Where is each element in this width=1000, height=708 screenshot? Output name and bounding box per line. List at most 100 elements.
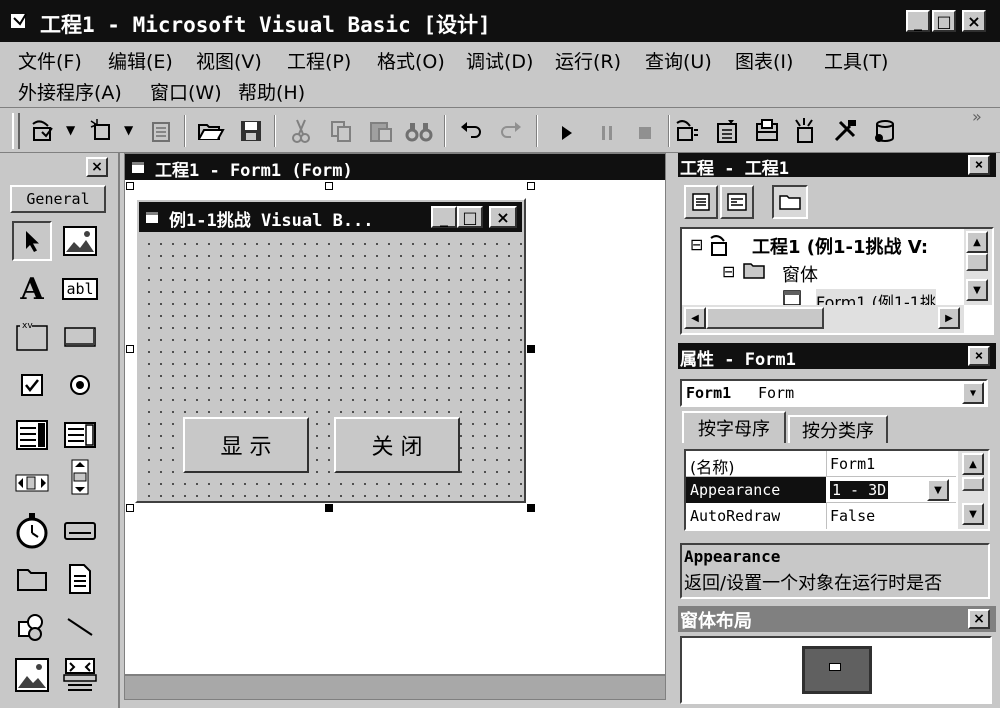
scroll-left-button[interactable]: ◀	[684, 307, 706, 329]
form-layout-title-bar[interactable]: 窗体布局 ×	[678, 606, 996, 632]
menu-window[interactable]: 窗口(W)	[150, 78, 222, 105]
property-row[interactable]: AutoRedraw False	[686, 503, 956, 529]
menu-diagram[interactable]: 图表(I)	[735, 47, 793, 74]
property-value[interactable]: False	[830, 507, 875, 525]
toolbox-icon[interactable]	[830, 116, 860, 146]
redo-icon[interactable]	[496, 116, 526, 146]
find-icon[interactable]	[404, 116, 434, 146]
form-caption-bar[interactable]: 例1-1挑战 Visual B... _ □ ×	[139, 202, 522, 232]
menu-help[interactable]: 帮助(H)	[238, 78, 305, 105]
tab-alphabetic[interactable]: 按字母序	[682, 411, 786, 443]
toggle-folders-button[interactable]	[772, 185, 808, 219]
form-close-button[interactable]: ×	[489, 206, 517, 228]
open-icon[interactable]	[196, 116, 226, 146]
vscrollbar-icon[interactable]	[60, 457, 100, 497]
paste-icon[interactable]	[366, 116, 396, 146]
optionbutton-icon[interactable]	[60, 365, 100, 405]
data-view-icon[interactable]	[870, 116, 900, 146]
close-form-button[interactable]: 关 闭	[334, 417, 460, 473]
scroll-thumb[interactable]	[966, 253, 988, 271]
selection-handle[interactable]	[325, 182, 333, 190]
menu-view[interactable]: 视图(V)	[196, 47, 262, 74]
start-icon[interactable]	[552, 118, 582, 148]
form-layout-icon[interactable]	[752, 116, 782, 146]
break-icon[interactable]	[592, 118, 622, 148]
tab-categorized[interactable]: 按分类序	[788, 415, 888, 443]
toolbox-tab-general[interactable]: General	[10, 185, 106, 213]
selection-handle[interactable]	[527, 345, 535, 353]
menu-run[interactable]: 运行(R)	[555, 47, 621, 74]
project-close-button[interactable]: ×	[968, 155, 990, 175]
commandbutton-icon[interactable]	[60, 317, 100, 357]
toolbox-close-button[interactable]: ×	[86, 157, 108, 177]
listbox-icon[interactable]	[60, 415, 100, 455]
properties-close-button[interactable]: ×	[968, 346, 990, 366]
property-row-selected[interactable]: Appearance 1 - 3D ▼	[686, 477, 956, 503]
hscrollbar-icon[interactable]	[12, 463, 52, 503]
selection-handle[interactable]	[527, 504, 535, 512]
dirlistbox-icon[interactable]	[12, 559, 52, 599]
object-selector[interactable]: Form1 Form ▼	[680, 379, 988, 407]
frame-icon[interactable]: xv	[12, 317, 52, 357]
menu-addins[interactable]: 外接程序(A)	[18, 78, 122, 105]
property-value-editor[interactable]: 1 - 3D ▼	[827, 477, 951, 502]
tree-hscrollbar[interactable]: ◀ ▶	[682, 305, 964, 333]
add-project-dropdown-icon[interactable]: ▼	[66, 123, 75, 137]
menu-project[interactable]: 工程(P)	[287, 47, 351, 74]
properties-title-bar[interactable]: 属性 - Form1 ×	[678, 343, 996, 369]
selection-handle[interactable]	[325, 504, 333, 512]
form-layout-canvas[interactable]	[680, 636, 992, 704]
timer-icon[interactable]	[12, 511, 52, 551]
form-preview[interactable]	[829, 663, 841, 671]
property-row[interactable]: (名称) Form1	[686, 451, 956, 477]
tree-toggle-icon[interactable]: ⊟	[722, 262, 735, 281]
close-button[interactable]: ×	[962, 10, 986, 32]
scroll-right-button[interactable]: ▶	[938, 307, 960, 329]
checkbox-icon[interactable]	[12, 365, 52, 405]
shape-icon[interactable]	[12, 607, 52, 647]
label-icon[interactable]: A	[12, 269, 52, 309]
menu-format[interactable]: 格式(O)	[377, 47, 445, 74]
copy-icon[interactable]	[326, 116, 356, 146]
toolbar-overflow-icon[interactable]: »	[972, 107, 982, 126]
properties-icon[interactable]	[712, 116, 742, 146]
selection-handle[interactable]	[126, 345, 134, 353]
save-icon[interactable]	[236, 116, 266, 146]
property-dropdown-button[interactable]: ▼	[927, 479, 949, 501]
scroll-thumb[interactable]	[706, 307, 824, 329]
object-dropdown-button[interactable]: ▼	[962, 382, 984, 404]
project-explorer-icon[interactable]	[672, 116, 702, 146]
image-icon[interactable]	[12, 655, 52, 695]
selection-handle[interactable]	[527, 182, 535, 190]
tree-toggle-icon[interactable]: ⊟	[690, 235, 703, 254]
scroll-up-button[interactable]: ▲	[966, 231, 988, 253]
menu-debug[interactable]: 调试(D)	[466, 47, 533, 74]
filelistbox-icon[interactable]	[60, 559, 100, 599]
scroll-up-button[interactable]: ▲	[962, 453, 984, 475]
property-value[interactable]: Form1	[830, 455, 875, 473]
form-minimize-button[interactable]: _	[431, 206, 457, 228]
picturebox-icon[interactable]	[60, 221, 100, 261]
object-browser-icon[interactable]	[790, 116, 820, 146]
selection-handle[interactable]	[126, 182, 134, 190]
add-project-icon[interactable]	[28, 116, 58, 146]
maximize-button[interactable]: □	[932, 10, 956, 32]
form-maximize-button[interactable]: □	[457, 206, 483, 228]
tree-item-project[interactable]: 工程1 (例1-1挑战 V:	[752, 233, 928, 259]
tree-vscrollbar[interactable]: ▲ ▼	[964, 229, 992, 305]
undo-icon[interactable]	[456, 116, 486, 146]
add-form-dropdown-icon[interactable]: ▼	[124, 123, 133, 137]
view-object-button[interactable]	[720, 185, 754, 219]
project-title-bar[interactable]: 工程 - 工程1 ×	[678, 153, 996, 177]
menu-editor-icon[interactable]	[146, 116, 176, 146]
selection-handle[interactable]	[126, 504, 134, 512]
cut-icon[interactable]	[286, 116, 316, 146]
form-layout-close-button[interactable]: ×	[968, 609, 990, 629]
show-button[interactable]: 显 示	[183, 417, 309, 473]
scroll-down-button[interactable]: ▼	[962, 503, 984, 525]
scroll-down-button[interactable]: ▼	[966, 279, 988, 301]
scroll-thumb[interactable]	[962, 477, 984, 491]
drivelistbox-icon[interactable]	[60, 511, 100, 551]
menu-edit[interactable]: 编辑(E)	[108, 47, 173, 74]
toolbar-grip[interactable]	[12, 113, 20, 149]
